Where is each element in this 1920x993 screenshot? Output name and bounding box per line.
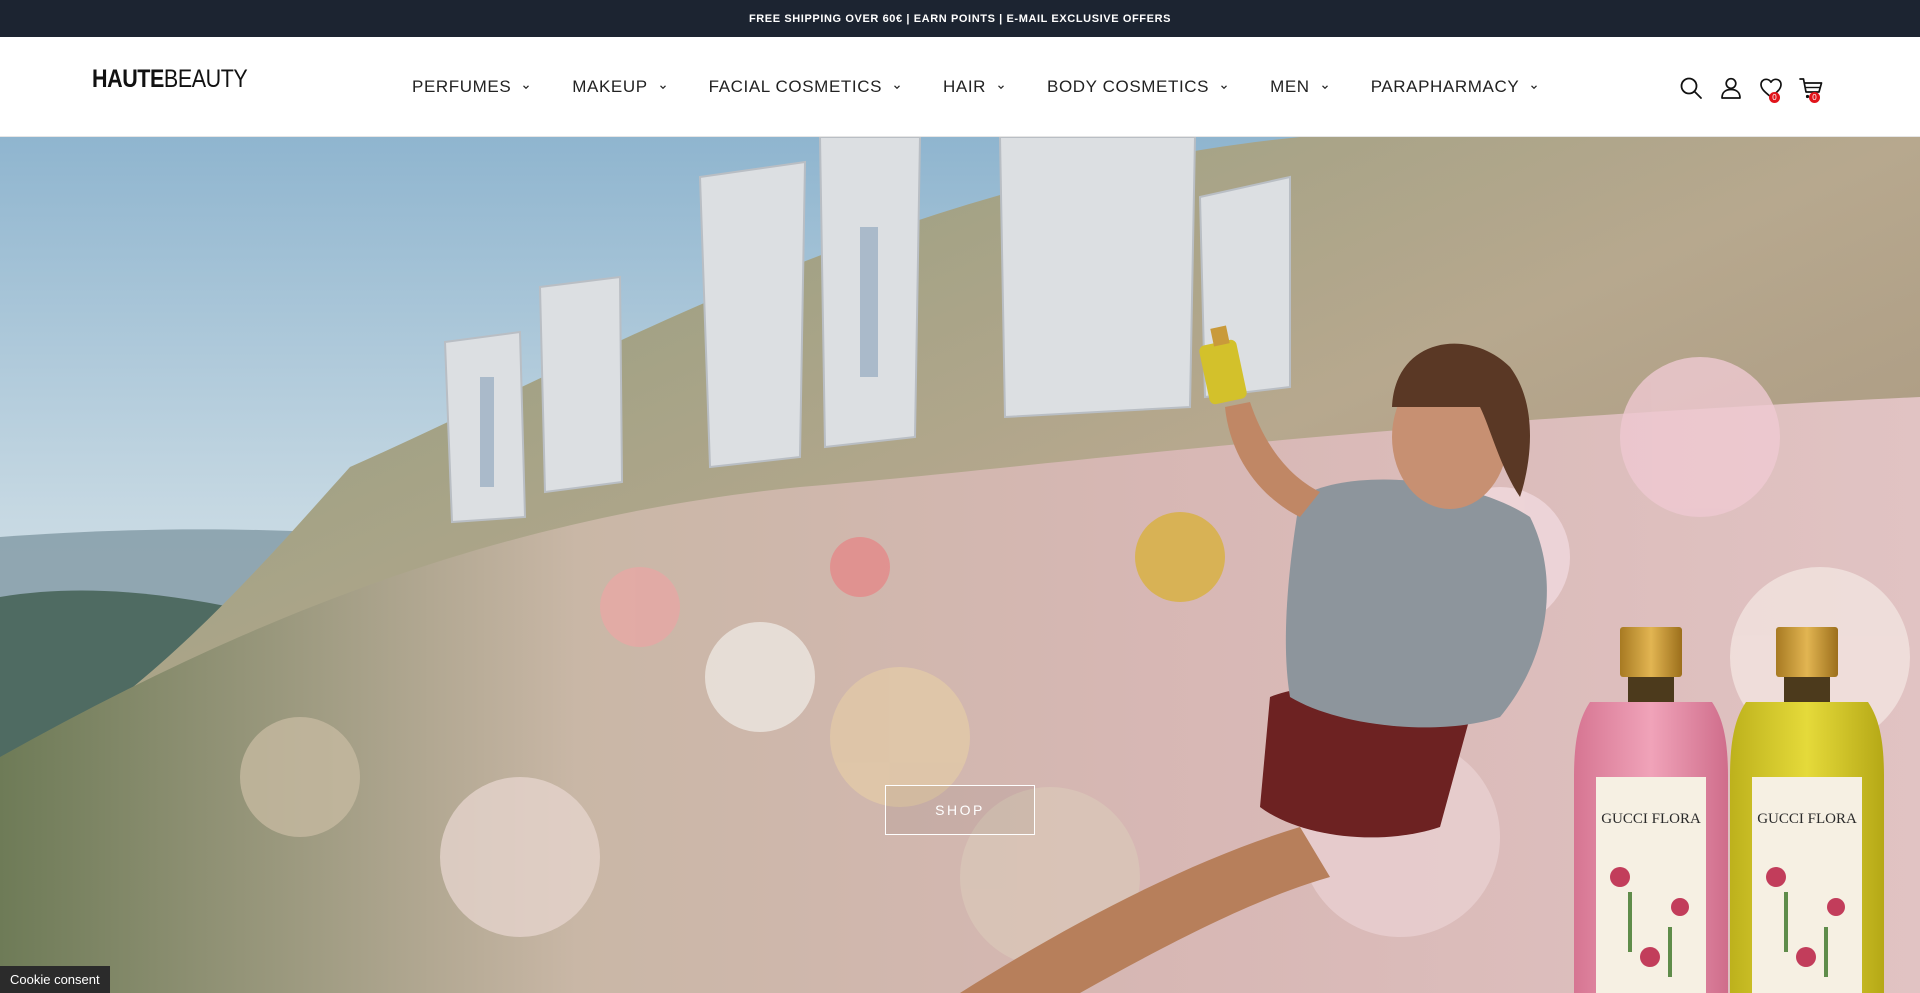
nav-label: BODY COSMETICS bbox=[1047, 77, 1210, 96]
user-icon bbox=[1721, 77, 1741, 99]
nav-item-body-cosmetics[interactable]: BODY COSMETICS bbox=[1047, 77, 1229, 97]
bottle-label-yellow: GUCCI FLORA bbox=[1757, 811, 1857, 827]
logo-bold: HAUTE bbox=[92, 65, 164, 93]
chevron-down-icon bbox=[892, 82, 902, 92]
wishlist-button[interactable]: 0 bbox=[1758, 75, 1784, 103]
cookie-consent-button[interactable]: Cookie consent bbox=[0, 966, 110, 993]
account-button[interactable] bbox=[1718, 75, 1744, 101]
chevron-down-icon bbox=[658, 82, 668, 92]
chevron-down-icon bbox=[521, 82, 531, 92]
logo-light: BEAUTY bbox=[163, 65, 248, 93]
announcement-text: FREE SHIPPING OVER 60€ | EARN POINTS | E… bbox=[748, 12, 1172, 25]
site-header: HAUTEBEAUTY PERFUMES MAKEUP FACIAL COSME… bbox=[0, 37, 1920, 137]
nav-label: PERFUMES bbox=[412, 77, 512, 96]
nav-item-parapharmacy[interactable]: PARAPHARMACY bbox=[1371, 77, 1540, 97]
wishlist-count-badge: 0 bbox=[1769, 92, 1780, 103]
search-button[interactable] bbox=[1678, 75, 1704, 101]
bottle-label-pink: GUCCI FLORA bbox=[1601, 811, 1701, 827]
nav-label: FACIAL COSMETICS bbox=[708, 77, 883, 96]
chevron-down-icon bbox=[1529, 82, 1539, 92]
nav-item-perfumes[interactable]: PERFUMES bbox=[412, 77, 531, 97]
search-icon bbox=[1680, 77, 1702, 99]
hero-image: GUCCI FLORA GUCCI FLORA bbox=[0, 137, 1920, 993]
announcement-bar: FREE SHIPPING OVER 60€ | EARN POINTS | E… bbox=[0, 0, 1920, 37]
nav-label: MEN bbox=[1270, 77, 1310, 96]
nav-item-hair[interactable]: HAIR bbox=[943, 77, 1006, 97]
nav-label: PARAPHARMACY bbox=[1370, 77, 1520, 96]
cart-button[interactable]: 0 bbox=[1798, 75, 1824, 103]
shop-button-label: SHOP bbox=[935, 802, 985, 818]
site-logo[interactable]: HAUTEBEAUTY bbox=[92, 65, 248, 93]
nav-item-men[interactable]: MEN bbox=[1270, 77, 1330, 97]
nav-label: HAIR bbox=[943, 77, 987, 96]
chevron-down-icon bbox=[1320, 82, 1330, 92]
nav-item-facial-cosmetics[interactable]: FACIAL COSMETICS bbox=[709, 77, 902, 97]
main-nav: PERFUMES MAKEUP FACIAL COSMETICS HAIR BO… bbox=[412, 37, 1580, 137]
nav-item-makeup[interactable]: MAKEUP bbox=[572, 77, 667, 97]
nav-label: MAKEUP bbox=[572, 77, 648, 96]
chevron-down-icon bbox=[996, 82, 1006, 92]
shop-button[interactable]: SHOP bbox=[885, 785, 1035, 835]
hero-banner[interactable]: GUCCI FLORA GUCCI FLORA SHOP bbox=[0, 137, 1920, 993]
cookie-consent-label: Cookie consent bbox=[10, 972, 100, 987]
cart-count-badge: 0 bbox=[1809, 92, 1820, 103]
chevron-down-icon bbox=[1219, 82, 1229, 92]
header-icons: 0 0 bbox=[1664, 75, 1824, 103]
